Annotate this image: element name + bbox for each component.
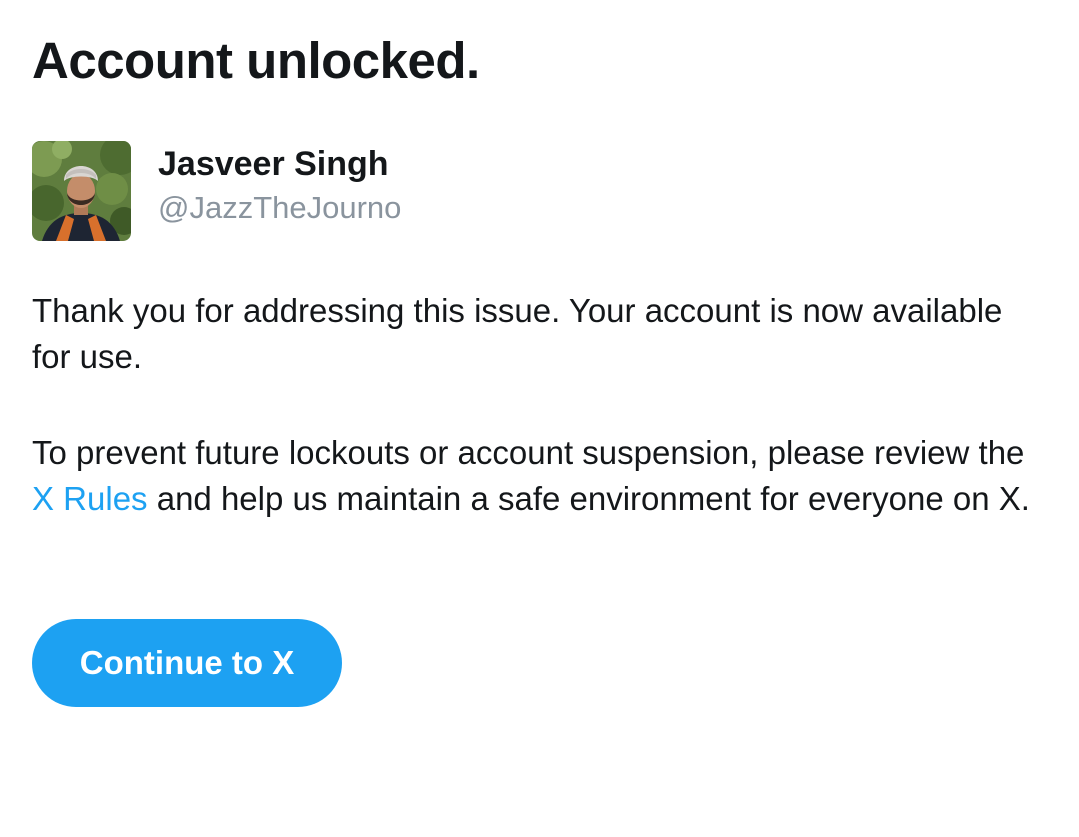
user-handle: @JazzTheJourno [158, 190, 402, 225]
user-card: Jasveer Singh @JazzTheJourno [32, 141, 401, 241]
page-title: Account unlocked. [32, 32, 480, 89]
user-info: Jasveer Singh @JazzTheJourno [158, 143, 401, 229]
user-display-name: Jasveer Singh [158, 145, 389, 183]
x-rules-link[interactable]: X Rules [32, 480, 148, 517]
profile-photo-icon [32, 141, 131, 241]
avatar [32, 141, 131, 241]
message-paragraph-2: To prevent future lockouts or account su… [32, 430, 1042, 522]
account-unlocked-page: Account unlocked. Jasveer Singh @JazzThe… [0, 0, 1079, 837]
continue-button[interactable]: Continue to X [32, 619, 342, 707]
message-text-before-link: To prevent future lockouts or account su… [32, 434, 1025, 471]
message-paragraph-1: Thank you for addressing this issue. You… [32, 292, 1003, 375]
message-text-after-link: and help us maintain a safe environment … [147, 480, 1030, 517]
